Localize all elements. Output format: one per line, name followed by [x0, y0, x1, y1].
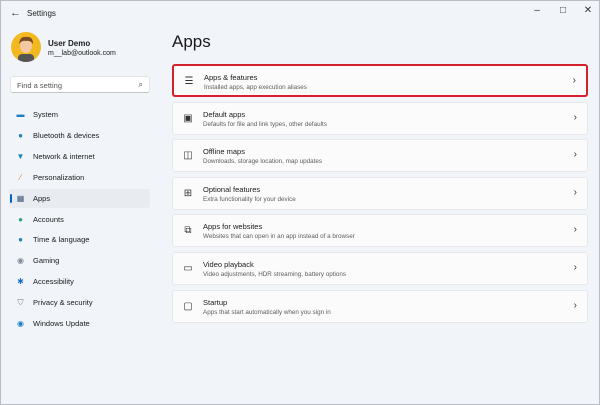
- back-arrow-icon[interactable]: ←: [10, 7, 21, 19]
- shield-icon: ⛉: [16, 298, 25, 307]
- sidebar-item-gaming[interactable]: ◉ Gaming: [9, 251, 150, 270]
- sidebar-item-label: Accounts: [33, 215, 64, 224]
- page-title: Apps: [172, 32, 211, 52]
- card-apps-for-websites[interactable]: ⧉ Apps for websites Websites that can open…: [172, 214, 588, 247]
- sidebar-item-label: Gaming: [33, 256, 59, 265]
- chevron-right-icon: ›: [574, 187, 577, 198]
- card-subtitle: Extra functionality for your device: [203, 196, 296, 203]
- search-placeholder: Find a setting: [17, 81, 62, 90]
- sidebar-item-label: System: [33, 110, 58, 119]
- card-subtitle: Apps that start automatically when you s…: [203, 309, 331, 316]
- search-input[interactable]: Find a setting ⌕: [10, 76, 150, 93]
- sidebar-item-label: Network & internet: [33, 152, 95, 161]
- card-apps-features[interactable]: ☰ Apps & features Installed apps, app exec…: [172, 64, 588, 97]
- person-icon: ●: [16, 215, 25, 224]
- sidebar-item-label: Bluetooth & devices: [33, 131, 99, 140]
- sidebar-item-accounts[interactable]: ● Accounts: [9, 210, 150, 229]
- card-default-apps[interactable]: ▣ Default apps Defaults for file and link …: [172, 102, 588, 135]
- card-optional-features[interactable]: ⊞ Optional features Extra functionality fo…: [172, 177, 588, 210]
- user-email: m__lab@outlook.com: [48, 50, 116, 57]
- card-offline-maps[interactable]: ◫ Offline maps Downloads, storage location…: [172, 139, 588, 172]
- card-title: Optional features: [203, 185, 260, 194]
- card-video-playback[interactable]: ▭ Video playback Video adjustments, HDR st…: [172, 252, 588, 285]
- list-icon: ☰: [183, 76, 195, 88]
- close-button[interactable]: ✕: [578, 5, 598, 21]
- sidebar-item-apps[interactable]: ▦ Apps: [9, 189, 150, 208]
- card-title: Startup: [203, 298, 227, 307]
- web-app-icon: ⧉: [182, 225, 194, 237]
- title-bar: ← Settings – □ ✕: [1, 1, 599, 27]
- card-title: Video playback: [203, 260, 254, 269]
- sidebar-item-label: Time & language: [33, 235, 89, 244]
- card-title: Apps & features: [204, 73, 257, 82]
- card-title: Default apps: [203, 110, 245, 119]
- chevron-right-icon: ›: [574, 224, 577, 235]
- search-icon: ⌕: [139, 80, 143, 90]
- sidebar-item-personalization[interactable]: ⁄ Personalization: [9, 168, 150, 187]
- monitor-icon: ▬: [16, 110, 25, 119]
- sidebar-item-time-language[interactable]: ● Time & language: [9, 230, 150, 249]
- globe-icon: ●: [16, 235, 25, 244]
- sidebar-item-label: Windows Update: [33, 319, 90, 328]
- sidebar-item-privacy-security[interactable]: ⛉ Privacy & security: [9, 293, 150, 312]
- card-title: Offline maps: [203, 147, 245, 156]
- apps-icon: ▦: [16, 194, 25, 203]
- maximize-button[interactable]: □: [553, 5, 573, 21]
- window-title: Settings: [27, 9, 56, 18]
- bluetooth-icon: ●: [16, 131, 25, 140]
- card-startup[interactable]: ▢ Startup Apps that start automatically wh…: [172, 290, 588, 323]
- wifi-icon: ▼: [16, 152, 25, 161]
- map-icon: ◫: [182, 150, 194, 162]
- chevron-right-icon: ›: [573, 75, 576, 86]
- startup-icon: ▢: [182, 301, 194, 313]
- chevron-right-icon: ›: [574, 112, 577, 123]
- sidebar-item-label: Apps: [33, 194, 50, 203]
- sidebar-item-label: Privacy & security: [33, 298, 93, 307]
- card-subtitle: Downloads, storage location, map updates: [203, 158, 322, 165]
- sidebar-item-accessibility[interactable]: ✱ Accessibility: [9, 272, 150, 291]
- card-subtitle: Defaults for file and link types, other …: [203, 121, 327, 128]
- sidebar-item-label: Accessibility: [33, 277, 74, 286]
- card-subtitle: Installed apps, app execution aliases: [204, 84, 307, 91]
- default-apps-icon: ▣: [182, 113, 194, 125]
- optional-features-icon: ⊞: [182, 188, 194, 200]
- accessibility-icon: ✱: [16, 277, 25, 286]
- gamepad-icon: ◉: [16, 256, 25, 265]
- sidebar-item-system[interactable]: ▬ System: [9, 105, 150, 124]
- card-title: Apps for websites: [203, 222, 262, 231]
- settings-window: ← Settings – □ ✕ User Demo m__lab@outloo…: [0, 0, 600, 405]
- minimize-button[interactable]: –: [527, 5, 547, 21]
- card-subtitle: Websites that can open in an app instead…: [203, 233, 355, 240]
- sidebar-item-bluetooth-devices[interactable]: ● Bluetooth & devices: [9, 126, 150, 145]
- chevron-right-icon: ›: [574, 262, 577, 273]
- sidebar-item-windows-update[interactable]: ◉ Windows Update: [9, 314, 150, 333]
- user-name: User Demo: [48, 39, 90, 48]
- sidebar-item-network-internet[interactable]: ▼ Network & internet: [9, 147, 150, 166]
- avatar[interactable]: [11, 32, 41, 62]
- chevron-right-icon: ›: [574, 149, 577, 160]
- brush-icon: ⁄: [16, 173, 25, 182]
- sidebar-item-label: Personalization: [33, 173, 84, 182]
- selection-indicator: [10, 194, 12, 203]
- card-subtitle: Video adjustments, HDR streaming, batter…: [203, 271, 346, 278]
- update-icon: ◉: [16, 319, 25, 328]
- video-icon: ▭: [182, 263, 194, 275]
- chevron-right-icon: ›: [574, 300, 577, 311]
